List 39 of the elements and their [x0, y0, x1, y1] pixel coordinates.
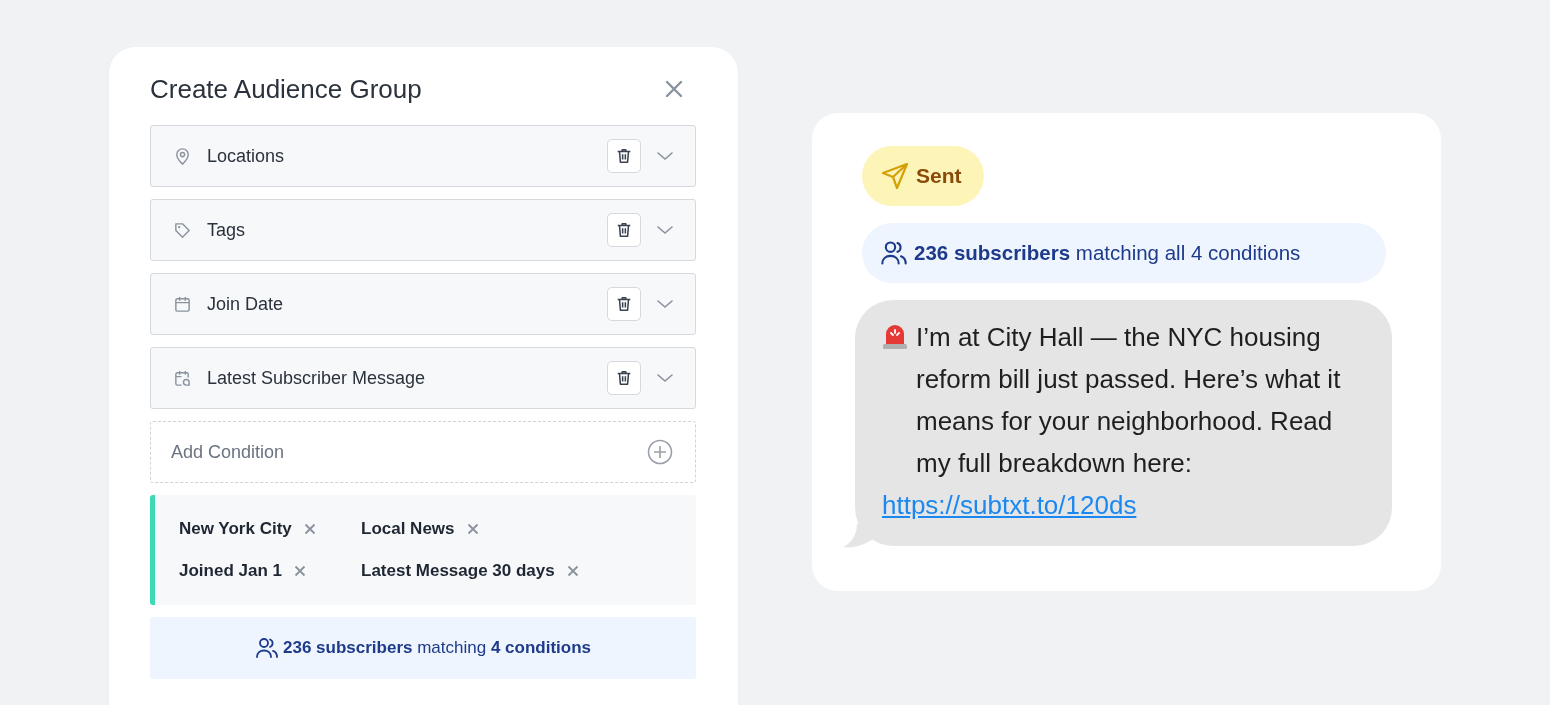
users-icon	[255, 637, 279, 659]
trash-icon	[615, 221, 633, 239]
filter-chip-label: Joined Jan 1	[179, 561, 282, 581]
filter-chip-label: Latest Message 30 days	[361, 561, 555, 581]
trash-icon	[615, 295, 633, 313]
trash-icon	[615, 147, 633, 165]
delete-button[interactable]	[607, 361, 641, 395]
remove-icon[interactable]	[294, 565, 306, 577]
tag-icon	[173, 220, 192, 240]
remove-icon[interactable]	[566, 565, 579, 577]
message-text: I’m at City Hall — the NYC housing reform bill just passed. Here’s what it means for your neighborhood. Read my full breakdown here:	[916, 321, 1342, 480]
remove-icon[interactable]	[303, 523, 316, 535]
delete-button[interactable]	[607, 213, 641, 247]
condition-row[interactable]: Tags	[150, 199, 696, 261]
calendar-chat-icon	[173, 368, 192, 388]
delete-button[interactable]	[607, 287, 641, 321]
match-summary-text: 236 subscribers matching 4 conditions	[283, 638, 591, 658]
condition-label: Tags	[207, 219, 247, 241]
dialog-title: Create Audience Group	[150, 73, 422, 105]
match-summary-text: 236 subscribers matching all 4 conditions	[914, 241, 1301, 265]
remove-icon[interactable]	[466, 523, 479, 535]
filter-chip-label: New York City	[179, 519, 292, 539]
condition-row[interactable]: Join Date	[150, 273, 696, 335]
users-icon	[880, 240, 908, 266]
add-condition-button[interactable]: Add Condition	[150, 421, 696, 483]
condition-label: Join Date	[207, 293, 285, 315]
map-pin-icon	[173, 146, 192, 166]
calendar-icon	[173, 294, 192, 314]
plus-circle-icon	[647, 439, 673, 465]
filter-chip-label: Local News	[361, 519, 455, 539]
condition-label: Locations	[207, 145, 286, 167]
status-badge: Sent	[862, 146, 984, 206]
send-icon	[880, 161, 910, 191]
trash-icon	[615, 369, 633, 387]
condition-row[interactable]: Latest Subscriber Message	[150, 347, 696, 409]
condition-row[interactable]: Locations	[150, 125, 696, 187]
delete-button[interactable]	[607, 139, 641, 173]
siren-icon	[882, 322, 908, 350]
condition-label: Latest Subscriber Message	[207, 367, 427, 389]
